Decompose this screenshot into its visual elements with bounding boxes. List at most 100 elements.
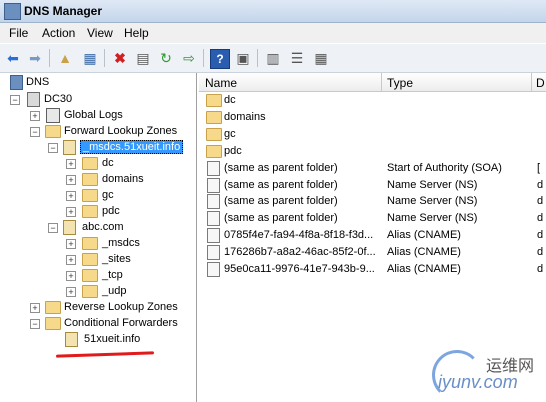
folder-icon [45,125,61,138]
folder-icon [82,189,98,202]
back-icon[interactable]: ⬅ [4,49,22,67]
expand-toggle[interactable]: + [66,159,76,169]
expand-toggle[interactable]: + [66,255,76,265]
zone-icon [63,220,76,235]
column-type[interactable]: Type [387,76,413,90]
cell-type: Alias (CNAME) [387,229,461,242]
list-row[interactable]: (same as parent folder) Start of Authorit… [199,160,546,177]
cell-name: (same as parent folder) [224,161,338,174]
list-row[interactable]: (same as parent folder) Name Server (NS) d [199,193,546,210]
list-row[interactable]: pdc [199,143,546,160]
expand-toggle[interactable]: + [66,207,76,217]
folder-icon [82,157,98,170]
tree-label: domains [102,173,144,185]
action-pane-icon[interactable]: ▣ [234,49,252,67]
refresh-icon[interactable]: ↻ [157,49,175,67]
record-icon [207,211,220,227]
cell-type: Alias (CNAME) [387,263,461,275]
collapse-toggle[interactable]: − [48,223,58,233]
watermark: 运维网 iyunv.com [432,350,542,400]
menu-help[interactable]: Help [124,26,149,40]
toolbar-separator [104,49,105,67]
cell-data: d [537,263,544,275]
list-row[interactable]: (same as parent folder) Name Server (NS) d [199,210,546,227]
collapse-toggle[interactable]: − [30,127,40,137]
forward-icon[interactable]: ➡ [26,49,44,67]
folder-icon [82,269,98,282]
folder-icon [82,253,98,266]
folder-icon [82,237,98,250]
list-header: Name Type D [199,73,546,92]
cell-name: pdc [224,144,242,157]
folder-icon [82,285,98,298]
folder-icon [206,127,222,141]
menu-file[interactable]: File [9,26,28,40]
menu-action[interactable]: Action [42,26,75,40]
record-icon [207,228,220,244]
expand-toggle[interactable]: + [66,175,76,185]
log-icon[interactable]: ▥ [264,49,282,67]
menu-bar: File Action View Help [0,23,546,43]
list-row[interactable]: 176286b7-a8a2-46ac-85f2-0f... Alias (CNAM… [199,244,546,261]
menu-view[interactable]: View [87,26,113,40]
column-separator[interactable] [381,73,382,91]
expand-toggle[interactable]: + [66,239,76,249]
list-row[interactable]: dc [199,92,546,109]
expand-toggle[interactable]: + [66,191,76,201]
details-view-icon[interactable]: ▦ [312,49,330,67]
up-folder-icon[interactable]: ▲ [56,49,74,67]
cell-type: Name Server (NS) [387,178,478,191]
tree-label: pdc [102,205,120,217]
cell-name: gc [224,127,236,140]
list-row[interactable]: gc [199,126,546,143]
column-name[interactable]: Name [205,76,237,90]
tree-label: _msdcs [102,237,140,249]
column-separator[interactable] [531,73,532,91]
toolbar-separator [203,49,204,67]
tree-label: Reverse Lookup Zones [64,301,178,313]
folder-icon [82,205,98,218]
list-view-icon[interactable]: ☰ [288,49,306,67]
collapse-toggle[interactable]: − [30,319,40,329]
cell-data: d [537,212,544,225]
delete-icon[interactable]: ✖ [111,49,129,67]
window-title: DNS Manager [24,4,103,18]
tree-label: Global Logs [64,109,123,121]
cell-name: (same as parent folder) [224,212,338,225]
cell-data: d [537,178,544,191]
collapse-toggle[interactable]: − [48,143,58,153]
cell-data: d [537,195,544,208]
tree-label: DNS [26,76,50,88]
tree-label: gc [102,189,114,201]
cell-name: domains [224,110,266,123]
folder-icon [206,110,222,124]
record-icon [207,262,220,277]
help-icon[interactable]: ? [210,49,230,69]
cell-name: (same as parent folder) [224,178,338,191]
folder-icon [206,144,222,158]
cell-type: Start of Authority (SOA) [387,161,502,174]
export-icon[interactable]: ⇨ [180,49,198,67]
list-row[interactable]: (same as parent folder) Name Server (NS) d [199,177,546,194]
watermark-text-bottom: iyunv.com [438,372,518,392]
zone-icon [63,140,76,155]
cell-name: dc [224,94,236,106]
expand-toggle[interactable]: + [66,287,76,297]
expand-toggle[interactable]: + [30,111,40,121]
column-data[interactable]: D [536,76,545,90]
properties-icon[interactable]: ▤ [134,49,152,67]
tree-label: Conditional Forwarders [64,317,178,329]
toolbar: ⬅ ➡ ▲ ▦ ✖ ▤ ↻ ⇨ ? ▣ ▥ ☰ ▦ [0,44,546,73]
zone-icon [65,332,78,347]
cell-name: 95e0ca11-9976-41e7-943b-9... [224,263,375,275]
expand-toggle[interactable]: + [30,303,40,313]
show-hide-tree-icon[interactable]: ▦ [81,49,99,67]
list-row[interactable]: 0785f4e7-fa94-4f8a-8f18-f3d... Alias (CNA… [199,227,546,244]
list-row[interactable]: 95e0ca11-9976-41e7-943b-9... Alias (CNAME… [199,261,546,278]
expand-toggle[interactable]: + [66,271,76,281]
tree-label: Forward Lookup Zones [64,125,178,137]
tree-label: DC30 [44,93,73,105]
log-icon [46,108,60,123]
collapse-toggle[interactable]: − [10,95,20,105]
list-row[interactable]: domains [199,109,546,126]
